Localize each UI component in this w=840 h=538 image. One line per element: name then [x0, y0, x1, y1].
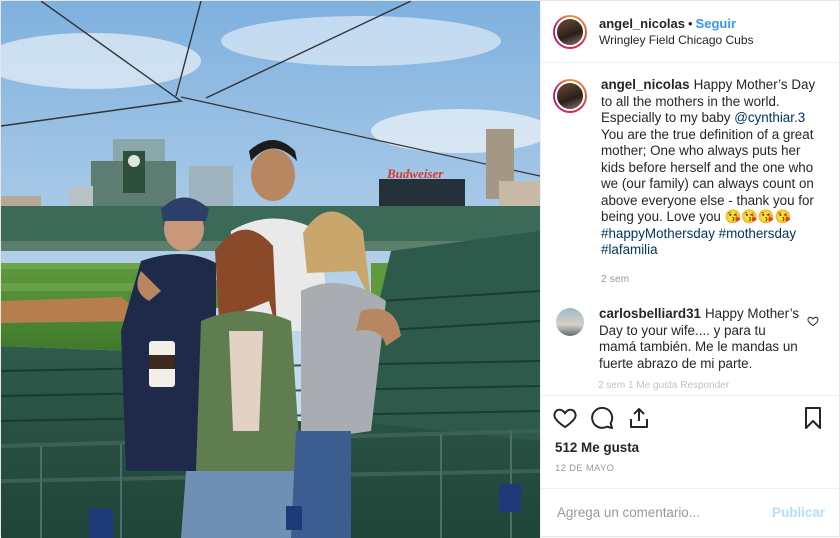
- commenter-username[interactable]: carlosbelliard31: [599, 306, 701, 321]
- post-header: angel_nicolas • Seguir Wringley Field Chic…: [541, 1, 839, 63]
- heart-icon: [553, 408, 577, 428]
- caption-text-2: You are the true definition of a great m…: [601, 126, 814, 225]
- bookmark-icon: [805, 406, 821, 429]
- author-avatar-image: [555, 16, 585, 47]
- comment-meta: 2 sem 1 Me gusta Responder: [598, 380, 730, 391]
- likes-count[interactable]: 512 Me gusta: [541, 439, 839, 457]
- hashtag-2[interactable]: #mothersday: [719, 226, 796, 241]
- caption-avatar[interactable]: [553, 79, 587, 113]
- author-username[interactable]: angel_nicolas: [599, 16, 685, 31]
- budweiser-sign: Budweiser: [386, 166, 444, 181]
- publish-button[interactable]: Publicar: [772, 505, 825, 520]
- caption-username[interactable]: angel_nicolas: [601, 77, 690, 92]
- share-button[interactable]: [627, 406, 651, 430]
- comments-section[interactable]: angel_nicolas Happy Mother’s Day to all t…: [541, 63, 839, 395]
- action-bar: [541, 395, 839, 439]
- author-info: angel_nicolas • Seguir Wringley Field Chic…: [599, 16, 754, 48]
- caption-time[interactable]: 2 sem: [601, 272, 823, 289]
- post-card: Budweiser angel_nicolas • Seguir Wringle…: [0, 0, 840, 538]
- comment-item: carlosbelliard31 Happy Mother’s Day to yo…: [553, 306, 823, 372]
- author-avatar[interactable]: [553, 14, 587, 49]
- comment-button[interactable]: [590, 406, 614, 430]
- like-comment-heart-icon[interactable]: [807, 315, 819, 327]
- share-icon: [630, 407, 648, 428]
- comment-input[interactable]: [555, 504, 773, 521]
- post-photo[interactable]: Budweiser: [1, 1, 540, 538]
- location-link[interactable]: Wringley Field Chicago Cubs: [599, 32, 754, 48]
- caption-mention[interactable]: @cynthiar.3: [734, 110, 805, 125]
- stadium-family-photo: Budweiser: [1, 1, 540, 538]
- separator-dot: •: [687, 15, 693, 31]
- caption-body: angel_nicolas Happy Mother’s Day to all t…: [601, 77, 823, 288]
- caption: angel_nicolas Happy Mother’s Day to all t…: [553, 77, 823, 288]
- post-date[interactable]: 12 DE MAYO: [541, 457, 839, 474]
- comment-body: carlosbelliard31 Happy Mother’s Day to yo…: [599, 306, 823, 372]
- post-sidebar: angel_nicolas • Seguir Wringley Field Chic…: [540, 1, 839, 536]
- add-comment-form: Publicar: [541, 488, 839, 536]
- commenter-avatar[interactable]: [556, 308, 584, 336]
- hashtag-1[interactable]: #happyMothersday: [601, 226, 715, 241]
- save-button[interactable]: [801, 406, 825, 430]
- comment-bubble-icon: [591, 406, 614, 429]
- hashtag-3[interactable]: #lafamilia: [601, 242, 658, 257]
- like-button[interactable]: [553, 406, 577, 430]
- follow-button[interactable]: Seguir: [696, 16, 736, 31]
- caption-avatar-image: [555, 81, 585, 111]
